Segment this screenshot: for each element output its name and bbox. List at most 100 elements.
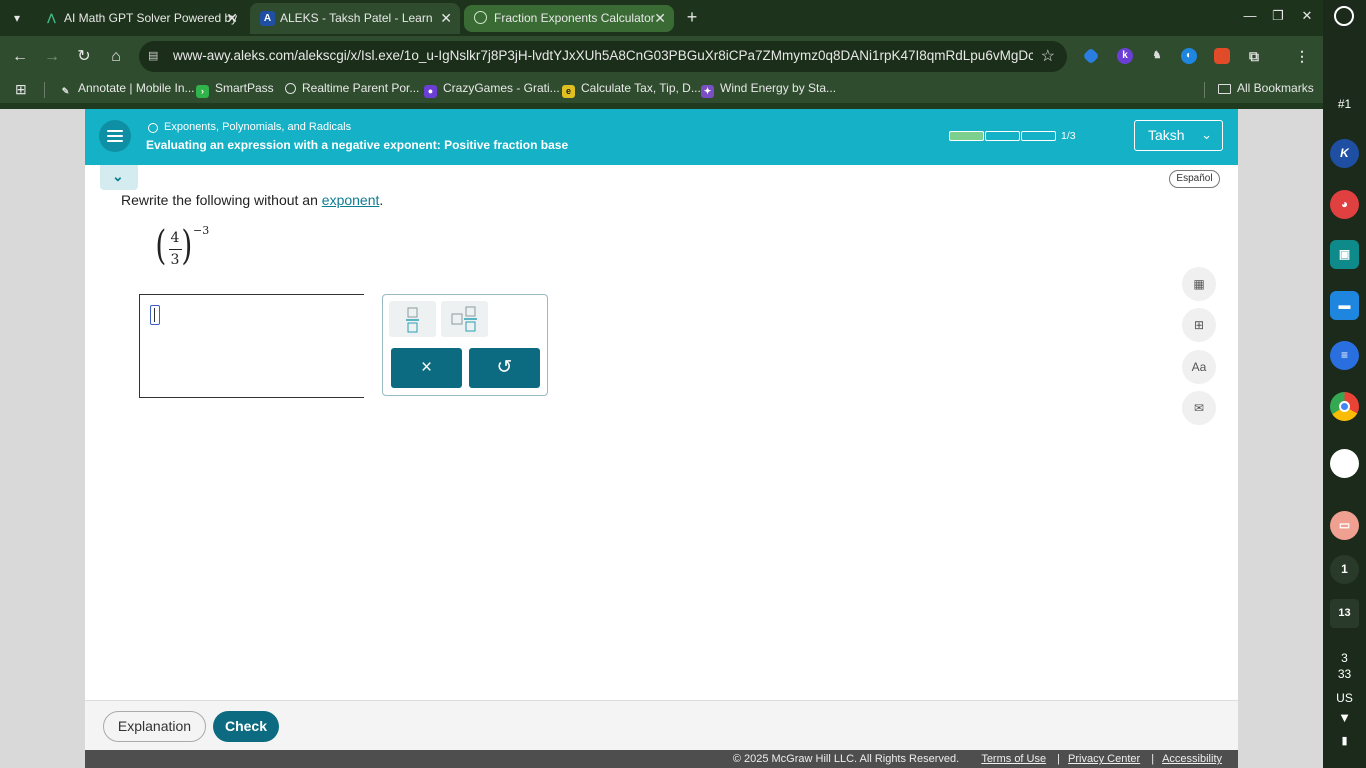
reload-icon[interactable]: ↻ [73, 46, 95, 68]
user-name: Taksh [1148, 127, 1185, 143]
battery-icon[interactable]: ▮ [1323, 734, 1366, 747]
clear-button[interactable]: × [391, 348, 462, 388]
calendar-icon[interactable]: 13 [1330, 599, 1359, 628]
bookmark-star-icon[interactable]: ☆ [1041, 46, 1055, 66]
prompt-text: Rewrite the following without an [121, 192, 318, 208]
input-locale[interactable]: US [1323, 691, 1366, 705]
dictionary-icon[interactable]: Aa [1182, 350, 1216, 384]
calendar-date: 13 [1338, 607, 1351, 619]
tab-search-icon[interactable]: ▾ [6, 8, 28, 28]
close-tab-icon[interactable]: ✕ [440, 3, 452, 34]
notification-count: 1 [1341, 562, 1348, 576]
extension-k-icon[interactable]: k [1117, 48, 1133, 64]
extension-puzzle-person-icon[interactable]: ♞ [1149, 48, 1165, 64]
answer-input[interactable] [139, 294, 364, 398]
check-button[interactable]: Check [213, 711, 279, 742]
left-paren: ( [155, 223, 167, 269]
close-tab-icon[interactable]: ✕ [654, 5, 666, 32]
calculator-icon[interactable]: ▦ [1182, 267, 1216, 301]
clock-hour[interactable]: 3 [1323, 651, 1366, 665]
undo-button[interactable]: ↺ [469, 348, 540, 388]
exponent-link[interactable]: exponent [322, 192, 380, 208]
hamburger-menu-icon[interactable] [99, 120, 131, 152]
wifi-icon[interactable]: ▼ [1323, 710, 1366, 725]
close-tab-icon[interactable]: ✕ [226, 3, 238, 34]
tab-ai-math[interactable]: ⋀ AI Math GPT Solver Powered by ✕ [34, 3, 246, 34]
home-icon[interactable]: ⌂ [105, 46, 127, 68]
tab-title: ALEKS - Taksh Patel - Learn [280, 11, 433, 25]
url-text: www-awy.aleks.com/alekscgi/x/Isl.exe/1o_… [173, 48, 1033, 63]
topic-circle-icon [148, 123, 158, 133]
chrome-app-icon[interactable] [1330, 392, 1359, 421]
bookmarks-bar: ⊞ ✎ Annotate | Mobile In... › SmartPass Re… [0, 76, 1323, 103]
tab-title: AI Math GPT Solver Powered by [64, 11, 238, 25]
terms-link[interactable]: Terms of Use [981, 753, 1046, 765]
bookmark-crazygames[interactable]: ● CrazyGames - Grati... [424, 81, 560, 98]
bookmark-smartpass[interactable]: › SmartPass [196, 81, 274, 98]
back-icon[interactable]: ← [9, 46, 31, 68]
minimize-icon[interactable]: — [1240, 8, 1260, 23]
classroom-app-icon[interactable]: ▣ [1330, 240, 1359, 269]
close-window-icon[interactable]: ✕ [1297, 8, 1317, 24]
input-cursor [150, 305, 160, 325]
extension-diamond-icon[interactable] [1082, 47, 1100, 65]
paint-app-icon[interactable]: ◕ [1330, 190, 1359, 219]
site-info-icon[interactable]: ▤ [148, 49, 162, 63]
extension-office-icon[interactable] [1214, 48, 1230, 64]
tab-fraction-calc[interactable]: Fraction Exponents Calculator ✕ [464, 5, 674, 32]
launcher-icon[interactable] [1334, 6, 1354, 26]
bookmark-realtime[interactable]: Realtime Parent Por... [285, 81, 419, 95]
new-tab-icon[interactable]: + [682, 7, 702, 27]
mail-icon[interactable]: ✉ [1182, 391, 1216, 425]
apps-grid-icon[interactable]: ⊞ [15, 81, 27, 98]
privacy-link[interactable]: Privacy Center [1068, 753, 1140, 765]
progress-label: 1/3 [1061, 130, 1076, 142]
tab-aleks[interactable]: A ALEKS - Taksh Patel - Learn ✕ [250, 3, 460, 34]
explanation-button[interactable]: Explanation [103, 711, 206, 742]
extensions-puzzle-icon[interactable]: ⧉ [1246, 48, 1262, 64]
extension-blue-icon[interactable]: ◐ [1181, 48, 1197, 64]
page-title: Evaluating an expression with a negative… [146, 138, 569, 152]
bookmark-wind-energy[interactable]: ✦ Wind Energy by Sta... [701, 81, 836, 98]
data-table-icon[interactable]: ⊞ [1182, 308, 1216, 342]
exponent-value: −3 [193, 224, 210, 237]
os-shelf: #1 K ◕ ▣ ▬ ≡ ▭ 1 13 3 33 US ▼ ▮ [1323, 0, 1366, 768]
progress-segment [949, 131, 984, 141]
accessibility-link[interactable]: Accessibility [1162, 753, 1222, 765]
espanol-button[interactable]: Español [1169, 170, 1220, 188]
progress-segment [1021, 131, 1056, 141]
collapse-toggle[interactable]: ⌄ [100, 165, 138, 190]
address-bar[interactable]: ▤ www-awy.aleks.com/alekscgi/x/Isl.exe/1… [139, 41, 1067, 72]
menu-kebab-icon[interactable]: ⋮ [1294, 48, 1310, 64]
fraction-bar [169, 249, 182, 250]
progress-bar [949, 131, 1057, 141]
browser-window: ▾ ⋀ AI Math GPT Solver Powered by ✕ A AL… [0, 0, 1323, 768]
all-bookmarks[interactable]: All Bookmarks [1218, 81, 1314, 95]
ai-math-favicon-icon: ⋀ [47, 13, 56, 24]
docs-app-icon[interactable]: ≡ [1330, 341, 1359, 370]
fraction-icon [406, 307, 419, 333]
aleks-header: Exponents, Polynomials, and Radicals Eva… [85, 109, 1238, 165]
user-menu-button[interactable]: Taksh ⌄ [1134, 120, 1223, 151]
files-app-icon[interactable]: ▬ [1330, 291, 1359, 320]
kami-app-icon[interactable]: K [1330, 139, 1359, 168]
right-paren: ) [181, 223, 193, 269]
forward-icon[interactable]: → [41, 46, 63, 68]
browser-toolbar: ← → ↻ ⌂ ▤ www-awy.aleks.com/alekscgi/x/I… [0, 36, 1323, 76]
bookmarks-separator [1204, 82, 1205, 98]
screen-cast-icon[interactable]: ▭ [1330, 511, 1359, 540]
notification-count-icon[interactable]: 1 [1330, 555, 1359, 584]
desk-label[interactable]: #1 [1323, 97, 1366, 111]
chevron-down-icon: ⌄ [1201, 127, 1212, 142]
copyright-bar: © 2025 McGraw Hill LLC. All Rights Reser… [85, 750, 1238, 768]
aleks-app: Exponents, Polynomials, and Radicals Eva… [85, 109, 1238, 768]
restore-icon[interactable]: ❐ [1268, 8, 1288, 24]
chevron-down-icon: ⌄ [112, 168, 124, 184]
fraction-numerator: 4 [170, 230, 180, 246]
mixed-number-button[interactable] [441, 301, 488, 337]
fraction-button[interactable] [389, 301, 436, 337]
clock-minute[interactable]: 33 [1323, 667, 1366, 681]
bookmark-annotate[interactable]: ✎ Annotate | Mobile In... [59, 81, 195, 98]
window-thumbnail-icon[interactable] [1330, 449, 1359, 478]
bookmark-calculate-tax[interactable]: e Calculate Tax, Tip, D... [562, 81, 701, 98]
